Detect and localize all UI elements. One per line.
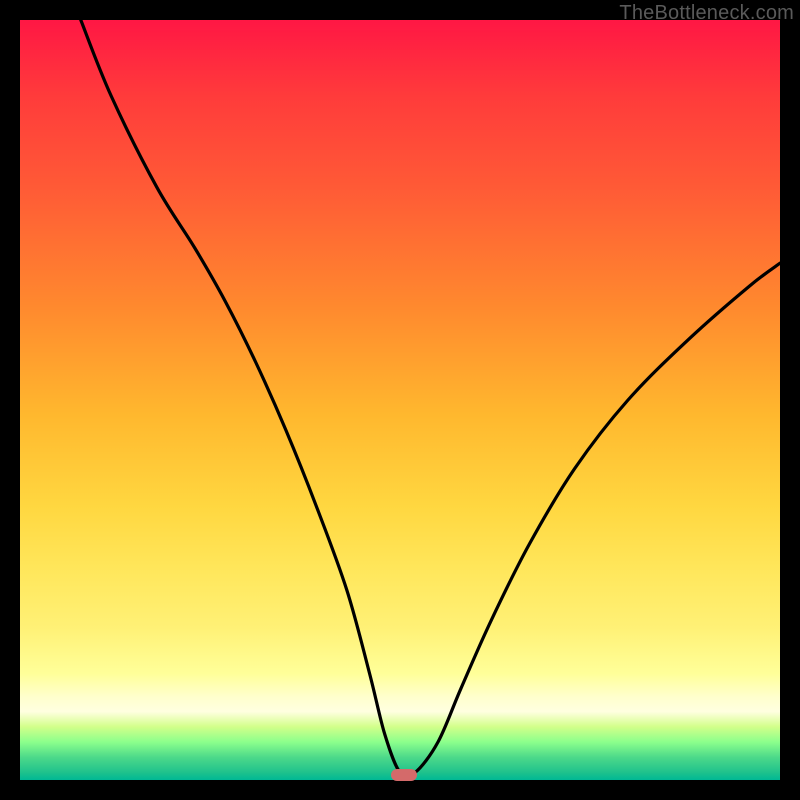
chart-frame: TheBottleneck.com <box>0 0 800 800</box>
optimal-point-marker <box>391 769 417 781</box>
bottleneck-curve <box>20 20 780 780</box>
plot-area <box>20 20 780 780</box>
